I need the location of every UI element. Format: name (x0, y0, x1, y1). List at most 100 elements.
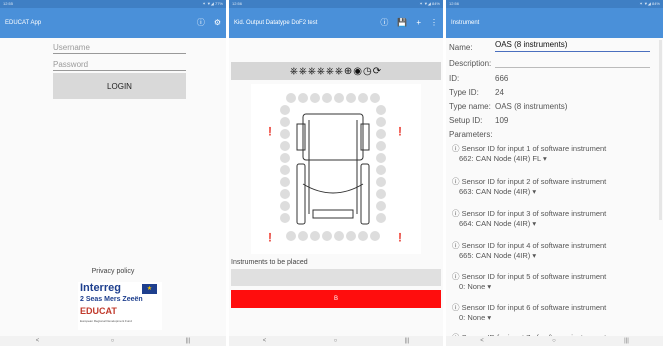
parameters-label: Parameters: (449, 130, 493, 139)
status-indicators: ✶ ▼◢ 84% (639, 1, 660, 6)
sensor-mark-icon: ❗ (265, 232, 275, 242)
joystick-icon[interactable]: ⎈ (290, 66, 299, 77)
logo-line-4: European Regional Development Fund (80, 319, 132, 323)
sensor-mark-icon: ❗ (265, 126, 275, 136)
scrollbar[interactable] (659, 40, 662, 220)
back-button[interactable]: < (480, 338, 484, 344)
app-title: EDUCAT App (5, 20, 42, 26)
recents-button[interactable]: ||| (186, 338, 191, 344)
sensor-param-4: ⓘ Sensor ID for input 4 of software inst… (452, 240, 607, 260)
sensor-icon[interactable]: ◉ (353, 66, 363, 77)
joystick-p-icon[interactable]: ⎈ (308, 66, 317, 77)
sensor-param-5: ⓘ Sensor ID for input 5 of software inst… (452, 271, 607, 291)
recents-button[interactable]: ||| (624, 338, 629, 344)
logo-line-2: 2 Seas Mers Zeeën (80, 296, 143, 303)
eu-flag-icon: ★ (142, 284, 157, 294)
sensor-label: Sensor ID for input 2 of software instru… (461, 177, 607, 186)
id-value: 666 (495, 74, 509, 83)
nav-bar: < ○ ||| (0, 336, 226, 346)
status-bar: 12:56 ✶ ▼◢ 84% (446, 0, 663, 8)
crosshair-icon[interactable]: ⊕ (344, 66, 353, 77)
status-time: 12:56 (449, 1, 460, 6)
sensor-param-6: ⓘ Sensor ID for input 6 of software inst… (452, 302, 607, 322)
interreg-educat-logo: Interreg ★ 2 Seas Mers Zeeën EDUCAT Euro… (78, 282, 162, 330)
clock-icon[interactable]: ◷ (363, 66, 373, 77)
joystick-p-icon[interactable]: ⎈ (299, 66, 308, 77)
back-button[interactable]: < (263, 338, 267, 344)
setup-id-value: 109 (495, 116, 509, 125)
sensor-label: Sensor ID for input 6 of software instru… (461, 303, 607, 312)
description-input[interactable] (495, 67, 650, 68)
nav-bar: < ○ ||| (446, 336, 663, 346)
add-icon[interactable]: + (416, 19, 421, 27)
status-bar: 12:56 ✶ ▼◢ 84% (229, 0, 443, 8)
sensor-dropdown[interactable]: 665: CAN Node (4IR) ▾ (459, 251, 536, 260)
info-icon: ⓘ (452, 177, 462, 186)
instrument-palette: ⎈ ⎈ ⎈ ⎈ ⎈ ⎈ ⊕ ◉ ◷ ⟳ (231, 62, 441, 80)
password-field[interactable]: Password (53, 60, 186, 71)
sensor-mark-icon: ❗ (395, 232, 405, 242)
info-icon[interactable]: ⓘ (380, 19, 388, 27)
sensor-label: Sensor ID for input 3 of software instru… (461, 209, 607, 218)
status-bar: 12:55 ✶ ▼◢ 77% (0, 0, 226, 8)
joystick-p-icon[interactable]: ⎈ (317, 66, 326, 77)
home-button[interactable]: ○ (334, 338, 338, 344)
save-icon[interactable]: 💾 (397, 19, 407, 27)
chevron-down-icon: ▾ (532, 187, 537, 196)
login-button[interactable]: LOGIN (53, 73, 186, 99)
more-icon[interactable]: ⋮ (430, 19, 438, 27)
status-time: 12:56 (232, 1, 243, 6)
description-label: Description: (449, 59, 492, 68)
sensor-dropdown[interactable]: 663: CAN Node (4IR) ▾ (459, 187, 536, 196)
sensor-mark-icon: ❗ (395, 126, 405, 136)
placement-screen: 12:56 ✶ ▼◢ 84% Kid. Output Datatype DoF2… (229, 0, 443, 346)
info-icon: ⓘ (452, 209, 462, 218)
app-title: Instrument (451, 20, 480, 26)
sensor-dropdown[interactable]: 664: CAN Node (4IR) ▾ (459, 219, 536, 228)
chevron-down-icon: ▾ (532, 219, 537, 228)
joystick-p-icon[interactable]: ⎈ (335, 66, 344, 77)
gear-icon[interactable]: ⚙ (214, 19, 221, 27)
type-id-row: Type ID: 24 (449, 88, 504, 97)
sensor-dropdown[interactable]: 662: CAN Node (4IR) FL ▾ (459, 154, 547, 163)
status-indicators: ✶ ▼◢ 77% (202, 1, 223, 6)
nav-bar: < ○ ||| (229, 336, 443, 346)
login-screen: 12:55 ✶ ▼◢ 77% EDUCAT App ⓘ ⚙ Username P… (0, 0, 226, 346)
back-button[interactable]: < (36, 338, 40, 344)
instrument-screen: 12:56 ✶ ▼◢ 84% Instrument Name: OAS (8 i… (446, 0, 663, 346)
app-bar: Instrument (446, 8, 663, 38)
name-label: Name: (449, 43, 473, 52)
instruments-drop-area[interactable] (231, 269, 441, 286)
joystick-p-icon[interactable]: ⎈ (326, 66, 335, 77)
info-icon[interactable]: ⓘ (197, 19, 205, 27)
sensor-param-2: ⓘ Sensor ID for input 2 of software inst… (452, 176, 607, 196)
sensor-param-1: ⓘ Sensor ID for input 1 of software inst… (452, 143, 607, 163)
sensor-label: Sensor ID for input 5 of software instru… (461, 272, 607, 281)
sensor-param-3: ⓘ Sensor ID for input 3 of software inst… (452, 208, 607, 228)
recents-button[interactable]: ||| (405, 338, 410, 344)
sensor-label: Sensor ID for input 1 of software instru… (461, 144, 607, 153)
name-input[interactable]: OAS (8 instruments) (495, 40, 650, 52)
home-button[interactable]: ○ (111, 338, 115, 344)
sensor-label: Sensor ID for input 4 of software instru… (461, 241, 607, 250)
wheelchair-diagram[interactable]: ❗ ❗ ❗ ❗ (251, 84, 421, 254)
sensor-dropdown[interactable]: 0: None ▾ (459, 282, 491, 291)
rotate-icon[interactable]: ⟳ (373, 66, 382, 77)
chevron-down-icon: ▾ (532, 251, 537, 260)
info-icon: ⓘ (452, 303, 462, 312)
app-bar: Kid. Output Datatype DoF2 test ⓘ 💾 + ⋮ (229, 8, 443, 38)
logo-line-1: Interreg (80, 282, 121, 294)
privacy-policy-link[interactable]: Privacy policy (0, 268, 226, 275)
home-button[interactable]: ○ (552, 338, 556, 344)
instruments-label: Instruments to be placed (231, 259, 308, 266)
info-icon: ⓘ (452, 241, 462, 250)
b-button[interactable]: B (231, 290, 441, 308)
chevron-down-icon: ▾ (542, 154, 547, 163)
app-bar: EDUCAT App ⓘ ⚙ (0, 8, 226, 38)
type-name-value: OAS (8 instruments) (495, 102, 568, 111)
status-time: 12:55 (3, 1, 14, 6)
info-icon: ⓘ (452, 144, 462, 153)
username-field[interactable]: Username (53, 43, 186, 54)
sensor-dropdown[interactable]: 0: None ▾ (459, 313, 491, 322)
status-indicators: ✶ ▼◢ 84% (419, 1, 440, 6)
